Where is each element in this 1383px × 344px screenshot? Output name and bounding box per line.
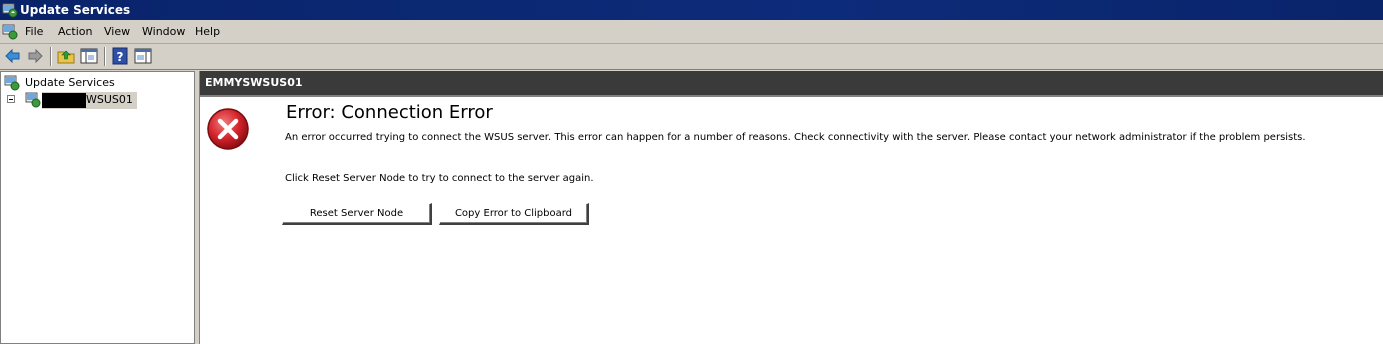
error-icon bbox=[206, 107, 250, 151]
update-services-icon bbox=[2, 2, 18, 18]
error-title: Error: Connection Error bbox=[286, 102, 493, 123]
back-arrow-icon[interactable] bbox=[4, 47, 22, 65]
title-bar: Update Services bbox=[0, 0, 1383, 20]
svg-text:?: ? bbox=[117, 50, 124, 64]
tree-item-label: Update Services bbox=[25, 76, 115, 89]
results-pane: EMMYSWSUS01 Error: Connection Error An e… bbox=[199, 71, 1383, 344]
menu-bar: File Action View Window Help bbox=[0, 21, 1383, 44]
menu-view[interactable]: View bbox=[104, 25, 130, 39]
server-name-heading: EMMYSWSUS01 bbox=[205, 76, 303, 89]
show-hide-tree-icon[interactable] bbox=[80, 47, 98, 65]
collapse-icon[interactable] bbox=[7, 95, 15, 103]
toolbar-separator bbox=[50, 47, 52, 66]
forward-arrow-icon[interactable] bbox=[26, 47, 44, 65]
menu-help[interactable]: Help bbox=[195, 25, 220, 39]
console-doc-icon[interactable] bbox=[2, 24, 18, 40]
toolbar-separator bbox=[104, 47, 106, 66]
console-tree: Update Services WSUS01 bbox=[0, 71, 195, 344]
action-pane-icon[interactable] bbox=[134, 47, 152, 65]
menu-window[interactable]: Window bbox=[142, 25, 185, 39]
pane-header: EMMYSWSUS01 bbox=[200, 71, 1383, 97]
window-title: Update Services bbox=[20, 3, 131, 17]
copy-error-button[interactable]: Copy Error to Clipboard bbox=[439, 203, 589, 225]
menu-file[interactable]: File bbox=[25, 25, 43, 39]
toolbar: ? bbox=[0, 44, 1383, 70]
reset-hint-text: Click Reset Server Node to try to connec… bbox=[285, 173, 594, 184]
up-folder-icon[interactable] bbox=[57, 47, 75, 65]
error-description: An error occurred trying to connect the … bbox=[285, 132, 1306, 143]
help-icon[interactable]: ? bbox=[111, 47, 129, 65]
reset-server-node-button[interactable]: Reset Server Node bbox=[282, 203, 432, 225]
server-icon bbox=[25, 92, 41, 108]
redaction-block bbox=[42, 93, 86, 108]
menu-action[interactable]: Action bbox=[58, 25, 92, 39]
update-services-icon bbox=[4, 75, 20, 91]
